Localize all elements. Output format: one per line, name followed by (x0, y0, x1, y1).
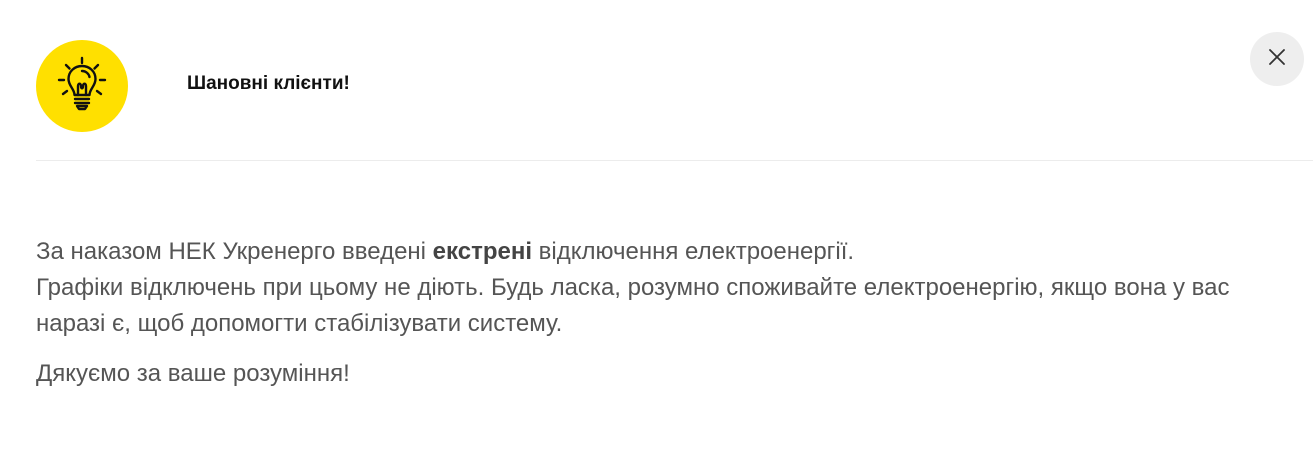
close-icon (1268, 48, 1286, 71)
message-line2: Графіки відключень при цьому не діють. Б… (36, 274, 1230, 337)
lightbulb-badge (36, 40, 128, 132)
message-line1-end: відключення електроенергії. (532, 238, 855, 265)
thanks-text: Дякуємо за ваше розуміння! (36, 360, 350, 387)
close-button[interactable] (1250, 32, 1304, 86)
message-paragraph: За наказом НЕК Укренерго введені екстрен… (36, 234, 1296, 342)
notification-dialog: Шановні клієнти! За наказом НЕК Укренерг… (0, 0, 1313, 449)
dialog-title: Шановні клієнти! (187, 73, 350, 94)
message-line1-start: За наказом НЕК Укренерго введені (36, 238, 433, 265)
message-body: За наказом НЕК Укренерго введені екстрен… (36, 234, 1296, 392)
dialog-header: Шановні клієнти! (36, 40, 1276, 132)
lightbulb-icon (52, 54, 112, 119)
message-emphasis: екстрені (432, 238, 532, 265)
header-divider (36, 160, 1313, 161)
